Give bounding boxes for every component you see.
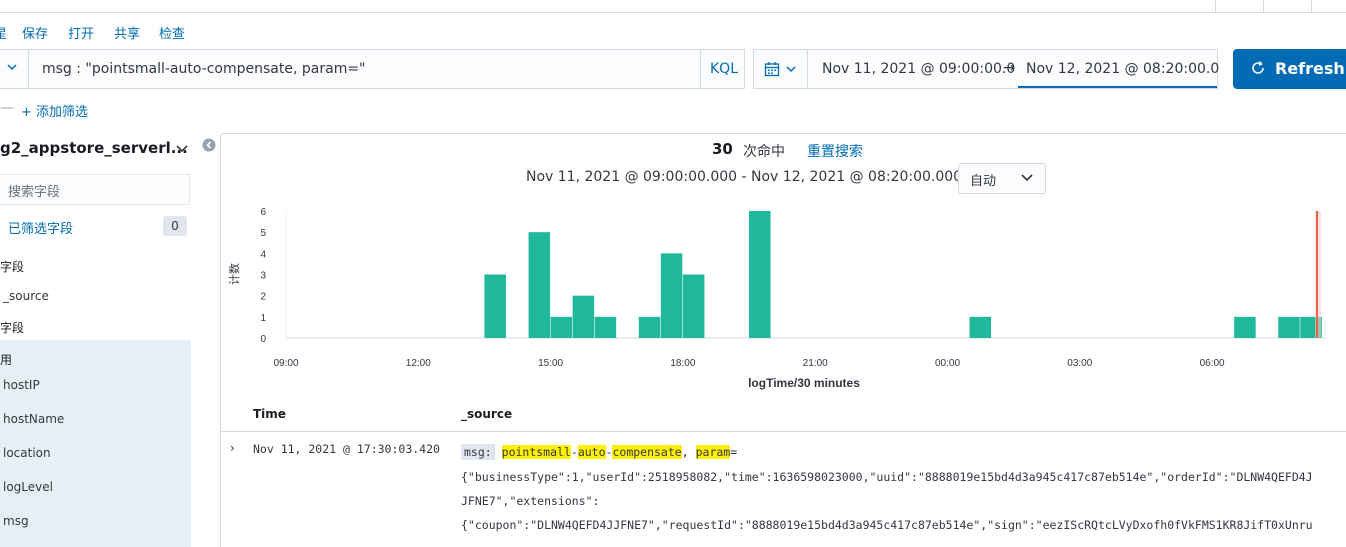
y-tick-label: 1	[260, 313, 266, 324]
histogram-bar	[969, 316, 992, 338]
chevron-down-icon[interactable]	[6, 61, 18, 73]
menu-save[interactable]: 保存	[22, 23, 48, 42]
histogram-bar	[749, 211, 771, 338]
highlight: compensate	[612, 445, 682, 459]
field-item-loglevel[interactable]: logLevel	[3, 480, 53, 494]
histogram-bar	[1278, 316, 1300, 338]
column-header-time[interactable]: Time	[253, 407, 286, 421]
selected-fields-heading: 字段	[0, 260, 25, 274]
highlight: auto	[577, 445, 606, 459]
x-tick-label: 09:00	[273, 358, 298, 369]
x-tick-label: 03:00	[1067, 358, 1092, 369]
menu-open[interactable]: 打开	[68, 23, 94, 42]
y-tick-label: 4	[260, 249, 266, 260]
y-tick-label: 5	[260, 228, 266, 239]
chevron-down-icon[interactable]	[1020, 173, 1034, 183]
add-filter-button[interactable]: + 添加筛选	[21, 101, 88, 120]
menu-share[interactable]: 共享	[114, 23, 140, 42]
hits-label: 次命中	[743, 144, 785, 160]
available-fields-heading: 字段	[0, 321, 25, 335]
refresh-icon[interactable]	[1250, 60, 1266, 76]
row-time: Nov 11, 2021 @ 17:30:03.420	[253, 442, 440, 456]
arrow-right-icon: →	[1003, 60, 1015, 76]
field-key-msg: msg:	[461, 444, 495, 460]
divider	[700, 50, 701, 88]
expand-row-icon[interactable]: ›	[230, 441, 235, 455]
source-line-1: msg: pointsmall-auto-compensate, param=	[461, 444, 738, 460]
histogram-bar	[594, 316, 617, 338]
histogram-bar	[572, 295, 595, 338]
histogram-chart: 0 1 2 3 4 5 6 09:00 12:00 15:00 18:00 21:00 00:00 03:…	[228, 207, 1326, 390]
collapse-sidebar-icon[interactable]	[202, 138, 216, 152]
top-header-strip	[0, 0, 1346, 13]
date-end[interactable]: Nov 12, 2021 @ 08:20:00.0	[1026, 61, 1219, 77]
histogram-bar	[682, 274, 705, 338]
column-header-source[interactable]: _source	[461, 407, 512, 421]
source-line-4: {"coupon":"DLNW4QEFD4JJFNE7","requestId"…	[461, 518, 1313, 532]
y-tick-label: 0	[260, 334, 266, 345]
filter-dash: —	[0, 100, 14, 116]
divider	[807, 50, 808, 88]
field-item-location[interactable]: location	[3, 446, 51, 460]
filtered-fields-toggle[interactable]: 已筛选字段	[8, 218, 73, 237]
y-tick-label: 3	[260, 271, 266, 282]
highlight: pointsmall	[501, 445, 571, 459]
menu-inspect[interactable]: 检查	[159, 23, 185, 42]
field-item-msg[interactable]: msg	[3, 514, 29, 528]
popular-fields-heading: 用	[0, 353, 13, 367]
source-line-3: JFNE7","extensions":	[461, 494, 600, 508]
chevron-down-icon[interactable]	[785, 63, 797, 75]
hits-count: 30	[712, 140, 733, 158]
histogram-bar	[1234, 316, 1256, 338]
x-tick-label: 15:00	[538, 358, 563, 369]
y-axis-title: 计数	[228, 263, 241, 285]
x-tick-label: 06:00	[1200, 358, 1225, 369]
histogram-bar	[550, 316, 573, 338]
text: -	[570, 445, 578, 459]
header-divider	[1311, 0, 1312, 13]
text: =	[730, 445, 738, 459]
field-item-hostname[interactable]: hostName	[3, 412, 64, 426]
y-tick-label: 2	[260, 292, 266, 303]
y-tick-label: 6	[260, 207, 266, 218]
search-input[interactable]: msg : "pointsmall-auto-compensate, param…	[42, 61, 366, 77]
histogram-bar	[484, 274, 506, 338]
x-tick-label: 12:00	[406, 358, 431, 369]
time-range-text: Nov 11, 2021 @ 09:00:00.000 - Nov 12, 20…	[526, 169, 981, 185]
query-language-button[interactable]: KQL	[710, 61, 738, 77]
histogram-bar	[660, 253, 683, 338]
reset-search-link[interactable]: 重置搜索	[807, 141, 863, 161]
text: ,	[681, 445, 689, 459]
header-divider	[1215, 0, 1216, 13]
source-line-2: {"businessType":1,"userId":2518958082,"t…	[461, 470, 1313, 484]
x-tick-label: 21:00	[803, 358, 828, 369]
filtered-count-badge: 0	[163, 216, 187, 236]
popular-fields-group	[0, 340, 191, 547]
histogram-bar	[638, 316, 661, 338]
interval-value[interactable]: 自动	[970, 170, 996, 189]
calendar-icon[interactable]	[764, 61, 780, 77]
highlight: param	[695, 445, 731, 459]
chevron-down-icon[interactable]	[175, 143, 189, 155]
divider	[28, 50, 29, 88]
refresh-label[interactable]: Refresh	[1275, 59, 1345, 78]
field-item-hostip[interactable]: hostIP	[3, 378, 40, 392]
divider	[221, 431, 1346, 432]
histogram-bar	[528, 232, 551, 338]
x-tick-label: 18:00	[670, 358, 695, 369]
date-start[interactable]: Nov 11, 2021 @ 09:00:00.0	[822, 61, 1015, 77]
field-item-source[interactable]: _source	[3, 289, 49, 303]
menu-item-partial[interactable]: 星	[0, 23, 7, 42]
x-axis-title: logTime/30 minutes	[748, 376, 860, 390]
index-pattern-name[interactable]: g2_appstore_serverl...	[0, 139, 188, 157]
header-divider	[1263, 0, 1264, 13]
field-search-placeholder: 搜索字段	[8, 185, 61, 200]
x-tick-label: 00:00	[935, 358, 960, 369]
